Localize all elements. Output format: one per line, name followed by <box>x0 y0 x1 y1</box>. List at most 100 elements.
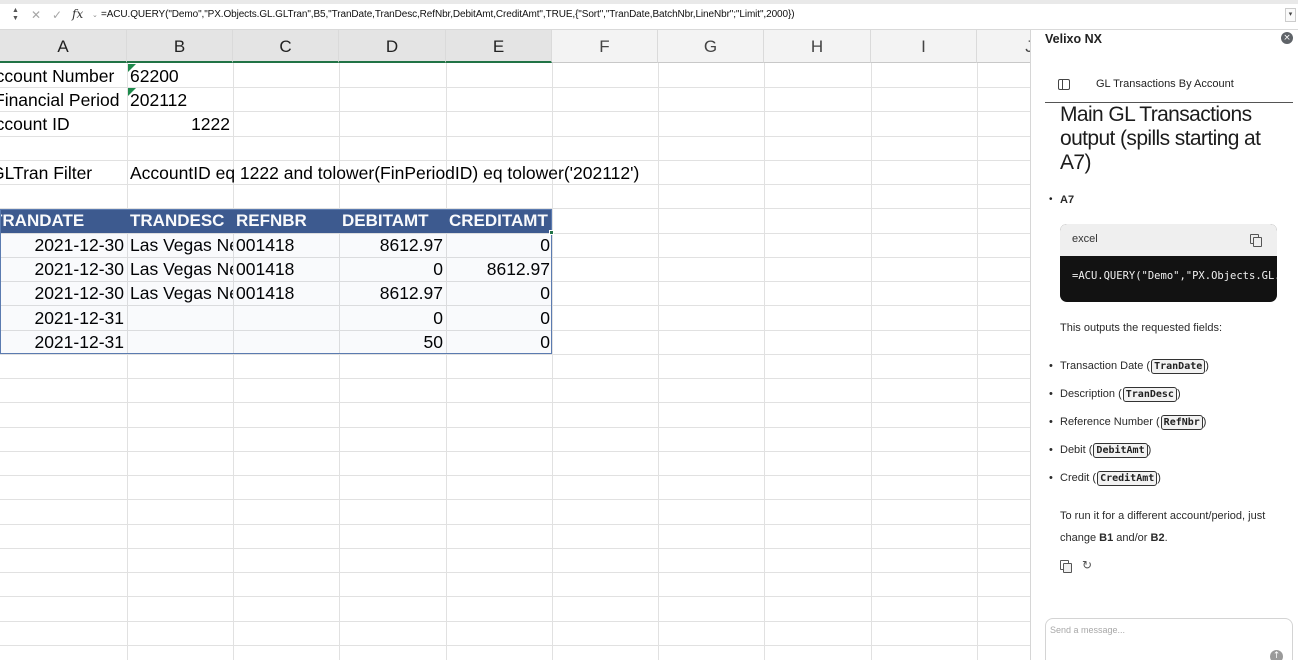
ribbon-edge <box>0 0 1298 4</box>
assistant-panel: Velixo NX × GL Transactions By Account M… <box>1030 30 1298 660</box>
field-label: Debit <box>1060 444 1086 456</box>
gridline <box>658 63 659 660</box>
list-item: • Description (TranDesc) <box>1049 387 1181 402</box>
run-instructions: To run it for a different account/period… <box>1060 505 1285 549</box>
selection-range <box>0 209 552 354</box>
bullet-icon: • <box>1049 444 1053 456</box>
list-item: • Debit (DebitAmt) <box>1049 443 1152 458</box>
column-header-e[interactable]: E <box>446 30 552 63</box>
field-code: RefNbr <box>1160 415 1203 430</box>
anchor-cell: A7 <box>1060 194 1075 206</box>
bullet-icon: • <box>1049 416 1053 428</box>
run-cell-b2: B2 <box>1150 532 1165 544</box>
sidebar-toggle-icon[interactable] <box>1058 79 1070 90</box>
bullet-icon: • <box>1049 194 1053 205</box>
gridline <box>233 63 234 660</box>
bullet-icon: • <box>1049 388 1053 400</box>
field-label: Credit <box>1060 472 1090 484</box>
code-content[interactable]: =ACU.QUERY("Demo","PX.Objects.GL.GLTran"… <box>1072 270 1277 282</box>
cancel-icon[interactable]: ✕ <box>31 8 41 22</box>
column-header-b[interactable]: B <box>127 30 233 63</box>
copy-icon[interactable] <box>1250 234 1262 247</box>
list-item: • Reference Number (RefNbr) <box>1049 415 1207 430</box>
outputs-intro: This outputs the requested fields: <box>1060 322 1223 334</box>
error-indicator-icon <box>128 88 136 96</box>
enter-icon[interactable]: ✓ <box>52 8 62 22</box>
gridline <box>0 621 1030 622</box>
column-header-h[interactable]: H <box>764 30 871 63</box>
param-value-account-id[interactable]: 1222 <box>130 112 230 136</box>
expand-formula-bar-button[interactable]: ▾ <box>1285 8 1296 22</box>
formula-bar-separator: ⌄ <box>92 12 98 19</box>
gridline <box>0 645 1030 646</box>
message-composer: ↑ <box>1045 618 1293 660</box>
message-input[interactable] <box>1050 622 1255 638</box>
fill-handle[interactable] <box>549 230 554 235</box>
name-box-spinner[interactable]: ▲ ▼ <box>10 7 21 25</box>
spreadsheet-grid[interactable]: A B C D E F G H I J Account Number 62200… <box>0 30 1030 660</box>
conversation-title: GL Transactions By Account <box>1096 78 1234 90</box>
code-language: excel <box>1072 233 1098 245</box>
gridline <box>0 451 1030 452</box>
gridline <box>0 524 1030 525</box>
run-text-end: . <box>1164 532 1168 544</box>
field-code: CreditAmt <box>1097 471 1158 486</box>
message-heading: Main GL Transactions output (spills star… <box>1060 103 1261 174</box>
code-block: excel =ACU.QUERY("Demo","PX.Objects.GL.G… <box>1060 224 1277 302</box>
column-header-j[interactable]: J <box>977 30 1030 63</box>
gridline <box>0 354 1030 355</box>
field-label: Transaction Date <box>1060 360 1144 372</box>
gridline <box>0 427 1030 428</box>
gridline <box>0 596 1030 597</box>
gridline <box>0 402 1030 403</box>
list-item: • Credit (CreditAmt) <box>1049 471 1161 486</box>
insert-function-icon[interactable]: fx <box>72 7 83 21</box>
gridline <box>0 572 1030 573</box>
panel-title: Velixo NX <box>1045 32 1102 46</box>
code-block-header: excel <box>1060 224 1277 256</box>
close-icon[interactable]: × <box>1281 32 1293 44</box>
gridline <box>0 475 1030 476</box>
column-header-d[interactable]: D <box>339 30 446 63</box>
field-code: TranDesc <box>1122 387 1177 402</box>
gridline <box>446 63 447 660</box>
formula-bar: ▲ ▼ ✕ ✓ fx ⌄ =ACU.QUERY("Demo","PX.Object… <box>0 0 1298 30</box>
copy-message-icon[interactable] <box>1060 560 1072 573</box>
param-label-account-number[interactable]: Account Number <box>0 64 126 88</box>
list-item: • Transaction Date (TranDate) <box>1049 359 1209 374</box>
column-header-c[interactable]: C <box>233 30 339 63</box>
field-label: Description <box>1060 388 1116 400</box>
filter-value[interactable]: AccountID eq 1222 and tolower(FinPeriodI… <box>130 161 650 185</box>
refresh-icon[interactable]: ↻ <box>1082 559 1094 571</box>
column-header-f[interactable]: F <box>552 30 658 63</box>
gridline <box>127 63 128 660</box>
column-header-g[interactable]: G <box>658 30 764 63</box>
param-label-account-id[interactable]: Account ID <box>0 112 126 136</box>
param-value-account-number[interactable]: 62200 <box>130 64 230 88</box>
param-label-financial-period[interactable]: Financial Period <box>0 88 126 112</box>
gridline <box>764 63 765 660</box>
gridline <box>0 136 1030 137</box>
conversation-header: GL Transactions By Account <box>1045 70 1293 103</box>
gridline <box>977 63 978 660</box>
field-code: TranDate <box>1151 359 1206 374</box>
column-header-i[interactable]: I <box>871 30 977 63</box>
send-icon[interactable]: ↑ <box>1270 650 1283 660</box>
gridline <box>0 499 1030 500</box>
field-label: Reference Number <box>1060 416 1153 428</box>
gridline <box>0 378 1030 379</box>
column-header-a[interactable]: A <box>0 30 127 63</box>
gridline <box>339 63 340 660</box>
bullet-icon: • <box>1049 360 1053 372</box>
run-text-mid: and/or <box>1113 532 1151 544</box>
gridline <box>552 63 553 660</box>
gridline <box>871 63 872 660</box>
formula-input[interactable]: =ACU.QUERY("Demo","PX.Objects.GL.GLTran"… <box>101 9 795 20</box>
run-cell-b1: B1 <box>1099 532 1114 544</box>
filter-label[interactable]: GLTran Filter <box>0 161 126 185</box>
field-code: DebitAmt <box>1093 443 1148 458</box>
param-value-financial-period[interactable]: 202112 <box>130 88 230 112</box>
gridline <box>0 548 1030 549</box>
error-indicator-icon <box>128 64 136 72</box>
bullet-icon: • <box>1049 472 1053 484</box>
